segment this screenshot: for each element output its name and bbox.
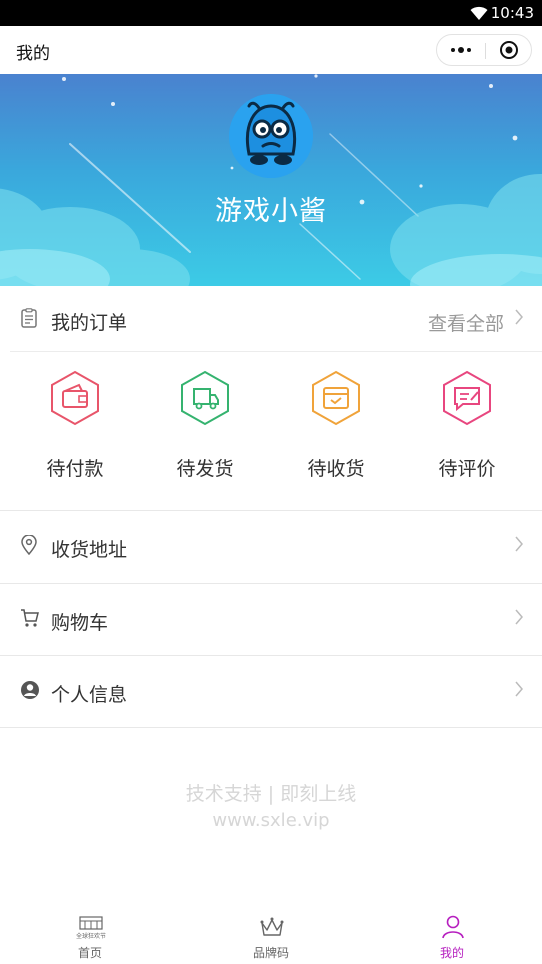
cart-icon xyxy=(21,609,39,627)
menu-item-cart[interactable]: 购物车 xyxy=(0,584,542,656)
tab-label: 首页 xyxy=(77,946,102,960)
box-icon xyxy=(312,370,360,426)
view-all-orders-link[interactable]: 查看全部 xyxy=(428,309,504,336)
user-icon xyxy=(21,681,39,699)
nav-bar: 我的 xyxy=(0,26,542,74)
order-status-label: 待评价 xyxy=(438,458,496,480)
tab-mine[interactable]: 我的 xyxy=(362,904,542,964)
order-status-pending-review[interactable]: 待评价 xyxy=(417,370,517,480)
profile-banner: 游戏小酱 xyxy=(0,74,542,286)
order-status-grid: 待付款 待发货 待收货 待评价 xyxy=(0,352,542,510)
menu-item-label: 个人信息 xyxy=(51,684,128,706)
tab-brand-code[interactable]: 品牌码 xyxy=(181,904,361,964)
tab-bar: 全球狂欢节 首页 品牌码 我的 xyxy=(0,904,542,964)
tab-home[interactable]: 全球狂欢节 首页 xyxy=(0,904,180,964)
menu-item-address[interactable]: 收货地址 xyxy=(0,511,542,583)
chevron-right-icon xyxy=(515,609,523,625)
person-icon xyxy=(442,915,464,939)
crown-icon xyxy=(260,917,284,936)
divider xyxy=(0,727,542,728)
more-button[interactable] xyxy=(437,35,485,65)
wifi-icon xyxy=(470,6,488,20)
page-title: 我的 xyxy=(16,44,50,64)
close-button[interactable] xyxy=(485,35,533,65)
orders-title: 我的订单 xyxy=(51,312,128,334)
order-status-pending-receipt[interactable]: 待收货 xyxy=(286,370,386,480)
username: 游戏小酱 xyxy=(215,196,327,227)
chevron-right-icon xyxy=(515,536,523,552)
location-pin-icon xyxy=(21,535,37,555)
menu-item-label: 收货地址 xyxy=(51,539,128,561)
menu-item-profile-info[interactable]: 个人信息 xyxy=(0,656,542,728)
order-status-label: 待付款 xyxy=(46,458,104,480)
avatar[interactable] xyxy=(229,94,313,178)
order-status-pending-shipment[interactable]: 待发货 xyxy=(155,370,255,480)
blue-monster-mascot-icon xyxy=(229,94,313,178)
target-close-icon xyxy=(500,41,518,59)
order-status-label: 待收货 xyxy=(307,458,365,480)
wallet-icon xyxy=(51,370,99,426)
status-time: 10:43 xyxy=(490,4,534,22)
home-icon: 全球狂欢节 xyxy=(76,916,106,940)
clipboard-icon xyxy=(21,308,37,328)
order-status-label: 待发货 xyxy=(176,458,234,480)
status-bar: 10:43 xyxy=(0,0,542,26)
tech-support-url[interactable]: www.sxle.vip xyxy=(0,810,542,831)
chevron-right-icon xyxy=(515,681,523,697)
truck-icon xyxy=(181,370,229,426)
tab-label: 我的 xyxy=(439,946,464,960)
review-icon xyxy=(443,370,491,426)
tab-label: 品牌码 xyxy=(252,946,289,960)
mini-program-capsule xyxy=(436,34,532,66)
order-status-pending-payment[interactable]: 待付款 xyxy=(25,370,125,480)
home-icon-text: 全球狂欢节 xyxy=(76,932,106,940)
tech-support-text: 技术支持 | 即刻上线 xyxy=(185,783,357,805)
orders-header[interactable]: 我的订单 查看全部 xyxy=(0,286,542,352)
chevron-right-icon xyxy=(515,309,523,325)
menu-item-label: 购物车 xyxy=(51,612,109,634)
